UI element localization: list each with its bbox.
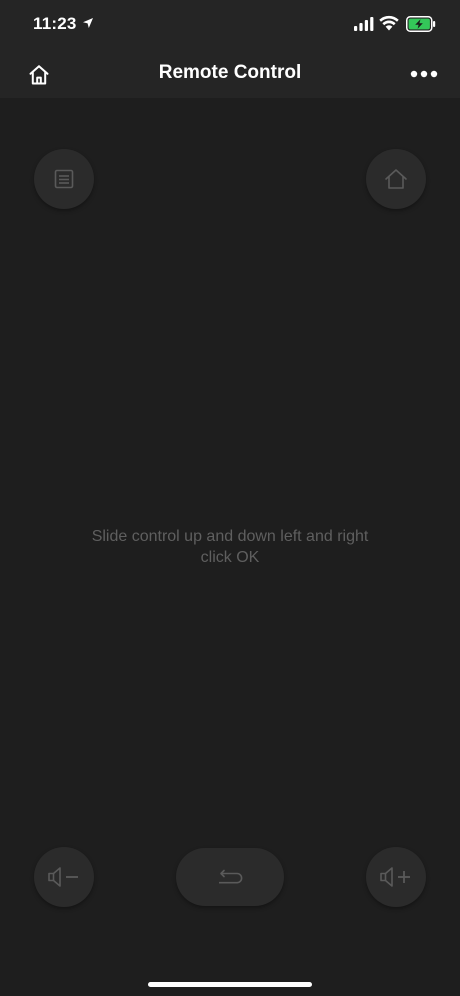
status-bar: 11:23	[0, 0, 460, 50]
back-icon	[219, 869, 243, 884]
home-indicator	[148, 982, 312, 987]
menu-icon	[54, 169, 74, 189]
home-button[interactable]	[366, 149, 426, 209]
status-time: 11:23	[33, 14, 77, 33]
back-button[interactable]	[176, 848, 284, 906]
menu-button[interactable]	[34, 149, 94, 209]
gesture-hint-line-2: click OK	[200, 549, 260, 566]
volume-up-button[interactable]	[366, 847, 426, 907]
remote-control-pad[interactable]: Slide control up and down left and right…	[0, 98, 460, 996]
more-icon	[410, 70, 438, 78]
volume-up-icon	[380, 867, 410, 887]
home-icon	[385, 169, 407, 189]
location-arrow-icon	[83, 18, 93, 28]
battery-charging-icon	[406, 16, 436, 32]
gesture-hint-text: Slide control up and down left and right…	[0, 526, 460, 568]
wifi-icon	[379, 15, 399, 31]
more-options-button[interactable]	[404, 62, 444, 86]
gesture-hint-line-1: Slide control up and down left and right	[91, 528, 369, 545]
cellular-signal-icon	[354, 17, 374, 31]
page-title: Remote Control	[158, 62, 302, 83]
volume-down-icon	[48, 867, 78, 887]
volume-down-button[interactable]	[34, 847, 94, 907]
navigation-bar: Remote Control	[0, 50, 460, 98]
